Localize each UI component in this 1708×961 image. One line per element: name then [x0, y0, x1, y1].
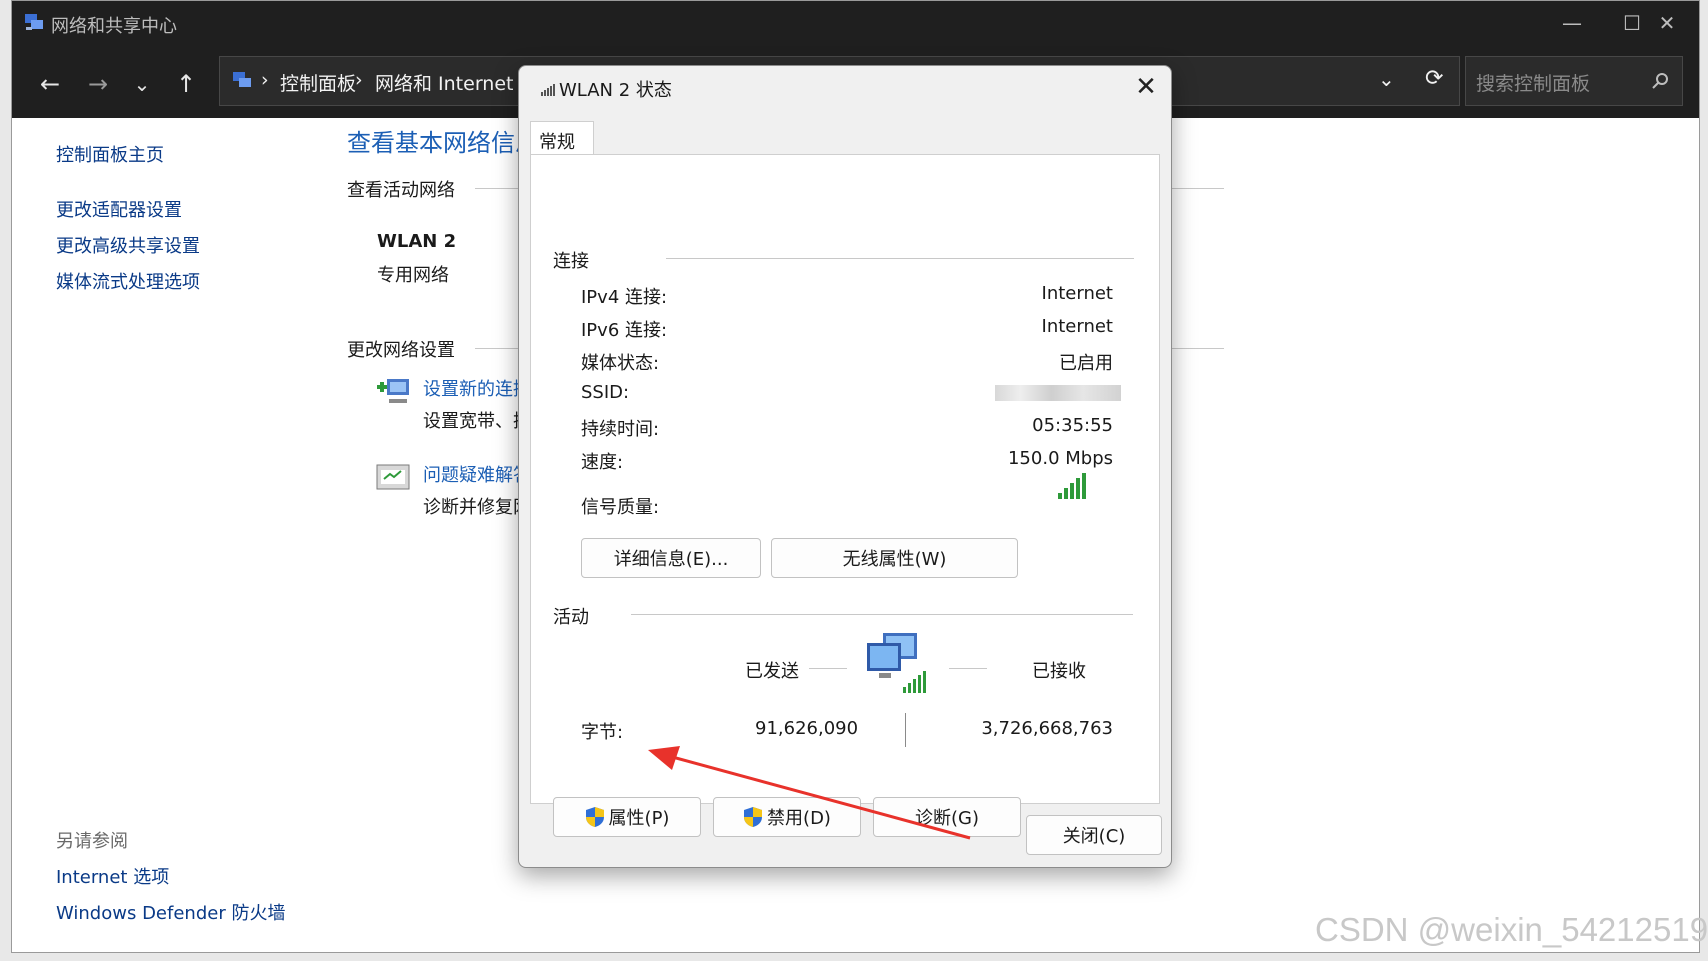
refresh-icon[interactable]: ⟳: [1425, 66, 1443, 91]
disable-button-label: 禁用(D): [767, 808, 831, 829]
diagnose-button[interactable]: 诊断(G): [873, 797, 1021, 837]
network-center-icon: [25, 14, 43, 30]
up-arrow-icon[interactable]: ↑: [168, 66, 204, 102]
connection-section-label: 连接: [553, 251, 589, 272]
internet-options-link[interactable]: Internet 选项: [56, 863, 169, 889]
window-title: 网络和共享中心: [51, 16, 177, 37]
setup-connection-desc: 设置宽带、拨号或 VPN 连接: [423, 411, 519, 432]
network-name: WLAN 2: [377, 231, 457, 252]
forward-arrow-icon[interactable]: →: [80, 66, 116, 102]
sidebar-item-adapter[interactable]: 更改适配器设置: [56, 196, 182, 222]
section-divider: [666, 258, 1134, 259]
signal-bar: [1064, 488, 1068, 499]
back-arrow-icon[interactable]: ←: [32, 66, 68, 102]
sidebar-home-link[interactable]: 控制面板主页: [56, 141, 164, 167]
ipv4-label: IPv4 连接:: [581, 287, 668, 308]
duration-value: 05:35:55: [1032, 415, 1113, 436]
ssid-redacted-value: [995, 385, 1121, 401]
signal-bar: [1070, 483, 1074, 499]
sidebar-item-media[interactable]: 媒体流式处理选项: [56, 268, 200, 294]
ipv6-value: Internet: [1041, 316, 1113, 337]
watermark-text: CSDN @weixin_54212519: [1315, 911, 1708, 948]
properties-button[interactable]: 属性(P): [553, 797, 701, 837]
divider: [1172, 348, 1224, 349]
network-activity-computers-icon: [867, 633, 926, 693]
bytes-divider: [905, 713, 906, 747]
speed-label: 速度:: [581, 452, 624, 473]
wifi-signal-small-icon: [541, 84, 555, 96]
media-state-value: 已启用: [1059, 353, 1113, 374]
divider: [1172, 188, 1224, 189]
address-dropdown-chevron-icon[interactable]: ⌄: [1378, 67, 1395, 91]
firewall-link[interactable]: Windows Defender 防火墙: [56, 899, 285, 925]
activity-section-label: 活动: [553, 607, 589, 628]
breadcrumb-separator: ›: [261, 69, 269, 91]
page-title: 查看基本网络信息: [347, 129, 519, 157]
ssid-label: SSID:: [581, 382, 630, 403]
search-input[interactable]: 搜索控制面板: [1465, 56, 1683, 106]
duration-label: 持续时间:: [581, 419, 660, 440]
sent-label: 已发送: [745, 661, 799, 682]
signal-bar: [1058, 493, 1062, 499]
search-icon[interactable]: [1652, 72, 1670, 90]
ipv4-value: Internet: [1041, 283, 1113, 304]
troubleshoot-icon: [376, 464, 410, 490]
search-placeholder: 搜索控制面板: [1476, 73, 1591, 95]
new-connection-icon: [377, 379, 409, 403]
uac-shield-icon: [744, 807, 763, 827]
divider: [475, 188, 520, 189]
sent-line: [809, 668, 847, 669]
control-panel-icon: [233, 72, 251, 87]
signal-quality-bars-icon: [1058, 473, 1086, 499]
general-panel: 连接 IPv4 连接: Internet IPv6 连接: Internet 媒…: [530, 154, 1160, 837]
bytes-received-value: 3,726,668,763: [981, 718, 1113, 739]
see-also-heading: 另请参阅: [56, 831, 128, 852]
close-dialog-button[interactable]: 关闭(C): [1026, 815, 1162, 855]
media-state-label: 媒体状态:: [581, 353, 660, 374]
uac-shield-icon: [585, 807, 604, 827]
sidebar-item-sharing[interactable]: 更改高级共享设置: [56, 232, 200, 258]
title-bar: 网络和共享中心 — ☐ ✕: [12, 1, 1699, 44]
recent-locations-chevron-icon[interactable]: ⌄: [124, 66, 160, 102]
troubleshoot-desc: 诊断并修复网络问题: [423, 497, 519, 518]
troubleshoot-link[interactable]: 问题疑难解答: [423, 461, 519, 487]
change-settings-label: 更改网络设置: [347, 340, 455, 361]
signal-bar: [1082, 473, 1086, 499]
wireless-properties-button[interactable]: 无线属性(W): [771, 538, 1018, 578]
tab-general[interactable]: 常规: [530, 121, 594, 155]
bytes-sent-value: 91,626,090: [755, 718, 859, 739]
bytes-label: 字节:: [581, 722, 624, 743]
setup-connection-link[interactable]: 设置新的连接或网络: [423, 375, 519, 401]
dialog-title: WLAN 2 状态: [559, 80, 672, 101]
active-networks-label: 查看活动网络: [347, 180, 455, 201]
section-divider: [631, 614, 1133, 615]
disable-button[interactable]: 禁用(D): [713, 797, 861, 837]
network-type: 专用网络: [377, 265, 449, 286]
breadcrumb-network-internet[interactable]: 网络和 Internet: [375, 69, 513, 96]
breadcrumb-control-panel[interactable]: 控制面板: [280, 69, 356, 96]
details-button[interactable]: 详细信息(E)...: [581, 538, 761, 578]
breadcrumb-separator: ›: [355, 69, 363, 91]
dialog-close-icon[interactable]: ✕: [1131, 72, 1161, 102]
signal-quality-label: 信号质量:: [581, 497, 660, 518]
wlan-status-dialog: WLAN 2 状态 ✕ 常规 连接 IPv4 连接: Internet IPv6…: [518, 65, 1172, 868]
speed-value: 150.0 Mbps: [1007, 448, 1113, 469]
properties-button-label: 属性(P): [608, 808, 670, 829]
signal-bar: [1076, 478, 1080, 499]
received-label: 已接收: [1032, 661, 1086, 682]
close-window-button[interactable]: ✕: [1632, 1, 1702, 44]
ipv6-label: IPv6 连接:: [581, 320, 668, 341]
divider: [475, 348, 520, 349]
received-line: [949, 668, 987, 669]
